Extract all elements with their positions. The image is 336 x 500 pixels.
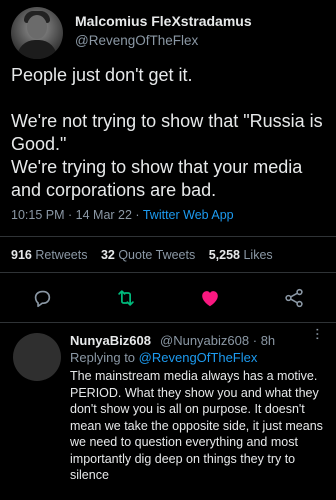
avatar-body [17,40,57,59]
quote-tweets-stat[interactable]: 32 Quote Tweets [101,248,195,262]
reply-author-meta[interactable]: @Nunyabiz608 · 8h [160,333,275,348]
author-name[interactable]: Malcomius FleXstradamus [75,13,252,29]
meta-separator: · [68,208,73,222]
reply-avatar[interactable] [13,333,61,381]
tweet-avatar[interactable] [11,7,63,59]
more-options-icon[interactable]: ··· [308,327,326,340]
author-handle[interactable]: @RevengOfTheFlex [75,33,198,48]
share-button[interactable] [280,284,308,312]
meta-separator: · [252,333,258,348]
tweet-paragraph: We're not trying to show that "Russia is… [11,111,323,154]
heart-icon [202,291,218,307]
action-bar [0,284,336,312]
tweet-time[interactable]: 10:15 PM [11,208,65,222]
tweet-paragraph: We're trying to show that your media and… [11,157,303,200]
quote-count: 32 [100,248,115,262]
quote-label: Quote Tweets [118,248,196,262]
likes-label: Likes [243,248,273,262]
reply-icon [34,290,51,308]
retweets-count: 916 [11,248,32,262]
tweet-date[interactable]: 14 Mar 22 [76,208,132,222]
replying-to: Replying to @RevengOfTheFlex [70,350,257,365]
reply-button[interactable] [28,284,56,312]
like-button[interactable] [196,284,224,312]
divider [0,272,336,273]
tweet-meta: 10:15 PM · 14 Mar 22 · Twitter Web App [11,208,234,222]
likes-stat[interactable]: 5,258 Likes [209,248,273,262]
tweet-paragraph: People just don't get it. [11,65,193,85]
replying-to-mention[interactable]: @RevengOfTheFlex [139,350,258,365]
reply-text: The mainstream media always has a motive… [70,369,323,482]
retweet-button[interactable] [112,284,140,312]
reply-time: 8h [260,333,276,348]
reply-author-name[interactable]: NunyaBiz608 [70,333,151,348]
replying-prefix: Replying to [70,350,136,365]
avatar-head [27,15,47,39]
meta-separator: · [135,208,140,222]
tweet-stats: 916 Retweets 32 Quote Tweets 5,258 Likes [11,248,283,262]
retweet-icon [118,290,134,306]
divider [0,322,336,323]
retweets-stat[interactable]: 916 Retweets [11,248,87,262]
tweet-text: People just don't get it. We're not tryi… [11,64,331,202]
retweets-label: Retweets [35,248,88,262]
reply-author-handle: @Nunyabiz608 [160,333,250,348]
divider [0,236,336,237]
likes-count: 5,258 [208,248,240,262]
tweet-source[interactable]: Twitter Web App [143,208,234,222]
share-icon [285,288,303,308]
